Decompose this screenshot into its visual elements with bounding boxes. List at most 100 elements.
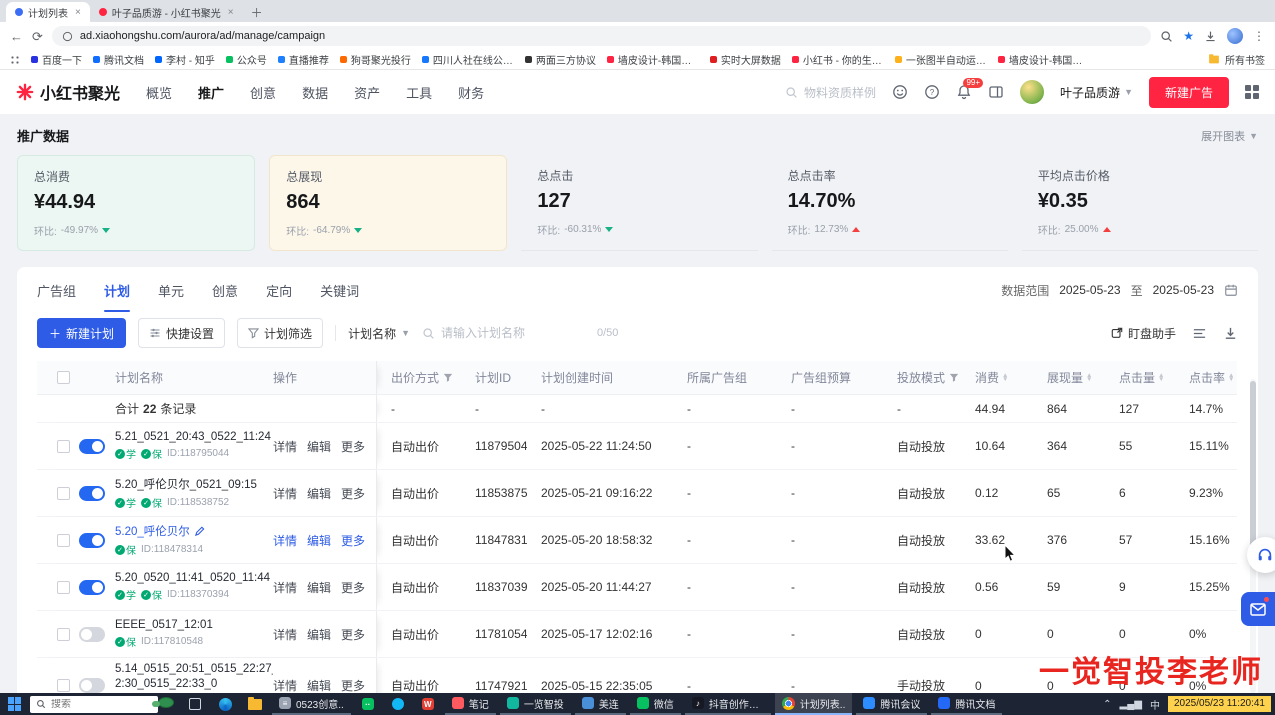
download-icon[interactable] [1223,326,1238,341]
bookmark-star-icon[interactable]: ★ [1183,29,1194,43]
edge-icon[interactable] [212,693,238,715]
new-plan-button[interactable]: ＋新建计划 [37,318,126,348]
apps-menu-icon[interactable] [1245,85,1259,99]
browser-profile-avatar[interactable] [1227,28,1243,44]
edit-link[interactable]: 编辑 [307,532,331,549]
nav-creative[interactable]: 创意 [250,83,276,102]
url-field[interactable]: ad.xiaohongshu.com/aurora/ad/manage/camp… [52,26,1151,46]
site-info-icon[interactable] [62,31,73,42]
feedback-mail-button[interactable] [1241,592,1275,626]
tray-expand-icon[interactable]: ⌃ [1103,699,1111,710]
plan-name[interactable]: 5.20_呼伦贝尔 [115,523,205,539]
plan-name[interactable]: 5.20_呼伦贝尔_0521_09:15 [115,476,257,492]
scrollbar-thumb[interactable] [1250,381,1256,566]
more-link[interactable]: 更多 [341,626,365,643]
plan-name[interactable]: EEEE_0517_12:01 [115,619,213,631]
taskbar-window[interactable]: 微信 [630,693,681,715]
detail-link[interactable]: 详情 [273,677,297,693]
taskbar-window[interactable]: 美连 [575,693,626,715]
detail-link[interactable]: 详情 [273,485,297,502]
detail-link[interactable]: 详情 [273,626,297,643]
taskbar-window[interactable]: ≡0523创意.. [272,693,351,715]
file-explorer-icon[interactable] [242,693,268,715]
tab-keywords[interactable]: 关键词 [320,281,359,300]
detail-link[interactable]: 详情 [273,438,297,455]
plan-filter-button[interactable]: 计划筛选 [237,318,323,348]
tab-adgroup[interactable]: 广告组 [37,281,76,300]
expand-chart-link[interactable]: 展开图表▼ [1201,128,1258,144]
tab-unit[interactable]: 单元 [158,281,184,300]
support-headset-button[interactable] [1247,537,1275,573]
qq-icon[interactable] [385,693,411,715]
task-view-icon[interactable] [182,693,208,715]
plan-name[interactable]: 5.21_0521_20:43_0522_11:24 [115,431,271,443]
nav-tools[interactable]: 工具 [406,83,432,102]
edit-link[interactable]: 编辑 [307,677,331,693]
tab-campaign[interactable]: 计划 [104,281,130,300]
column-settings-icon[interactable] [1192,326,1207,341]
taskbar-search[interactable] [30,696,158,713]
sort-icon[interactable]: ▲▼ [1228,374,1234,382]
row-checkbox[interactable] [57,581,70,594]
download-icon[interactable] [1204,30,1217,43]
user-avatar[interactable] [1020,80,1044,104]
wechat-icon[interactable]: ·· [355,693,381,715]
bookmark-item[interactable]: 实时大屏数据 [710,52,781,67]
back-icon[interactable]: ← [10,30,23,43]
plan-toggle[interactable] [79,627,105,642]
taskbar-window[interactable]: 笔记 [445,693,496,715]
bookmark-item[interactable]: 一张图半自动运营V.. [895,52,987,67]
tab-close-icon[interactable]: × [75,7,81,18]
taskbar-window[interactable]: 腾讯文档 [931,693,1002,715]
taskbar-search-input[interactable] [51,699,141,710]
row-checkbox[interactable] [57,534,70,547]
detail-link[interactable]: 详情 [273,579,297,596]
browser-menu-icon[interactable]: ⋮ [1253,29,1265,43]
detail-link[interactable]: 详情 [273,532,297,549]
emoji-icon[interactable] [892,84,908,100]
row-checkbox[interactable] [57,440,70,453]
more-link[interactable]: 更多 [341,532,365,549]
search-field-select[interactable]: 计划名称▼ [348,325,410,342]
start-button[interactable] [8,697,22,711]
more-link[interactable]: 更多 [341,579,365,596]
wps-icon[interactable]: W [415,693,441,715]
help-icon[interactable]: ? [924,84,940,100]
lens-search-icon[interactable] [1160,30,1173,43]
notifications-bell-icon[interactable]: 99+ [956,84,972,100]
tray-ime-indicator[interactable]: 中 [1150,697,1160,712]
plan-search-input[interactable] [441,326,591,340]
nav-data[interactable]: 数据 [302,83,328,102]
rename-pencil-icon[interactable] [194,526,205,537]
browser-tab-active[interactable]: 计划列表 × [6,2,90,22]
edit-link[interactable]: 编辑 [307,579,331,596]
taskbar-window[interactable]: ♪抖音创作者.. [685,693,771,715]
message-panel-icon[interactable] [988,84,1004,100]
nav-promotion[interactable]: 推广 [198,83,224,102]
sort-icon[interactable]: ▲▼ [1158,374,1164,382]
select-all-checkbox[interactable] [57,371,70,384]
filter-icon[interactable] [443,373,453,383]
more-link[interactable]: 更多 [341,485,365,502]
edit-link[interactable]: 编辑 [307,438,331,455]
app-logo[interactable]: 小红书聚光 [16,80,120,104]
quick-settings-button[interactable]: 快捷设置 [138,318,225,348]
row-checkbox[interactable] [57,628,70,641]
new-ad-button[interactable]: 新建广告 [1149,77,1229,108]
bookmark-item[interactable]: 墙皮设计-韩国做视.. [998,52,1090,67]
nav-finance[interactable]: 财务 [458,83,484,102]
edit-link[interactable]: 编辑 [307,626,331,643]
header-search[interactable]: 物料资质样例 [785,84,876,101]
browser-tab-inactive[interactable]: 叶子品质游 - 小红书聚光 × [90,2,243,22]
date-start[interactable]: 2025-05-23 [1059,283,1120,297]
bookmark-item[interactable]: 两面三方协议 [525,52,596,67]
plan-toggle[interactable] [79,580,105,595]
taskbar-window-active[interactable]: 计划列表.. [775,693,853,715]
taskbar-window[interactable]: 一览智投 [500,693,571,715]
more-link[interactable]: 更多 [341,677,365,693]
monitor-assistant-link[interactable]: 盯盘助手 [1111,325,1176,342]
plan-toggle[interactable] [79,439,105,454]
new-tab-button[interactable]: ＋ [249,4,265,20]
bookmark-item[interactable]: 腾讯文档 [93,52,144,67]
table-scrollbar[interactable] [1250,379,1256,693]
